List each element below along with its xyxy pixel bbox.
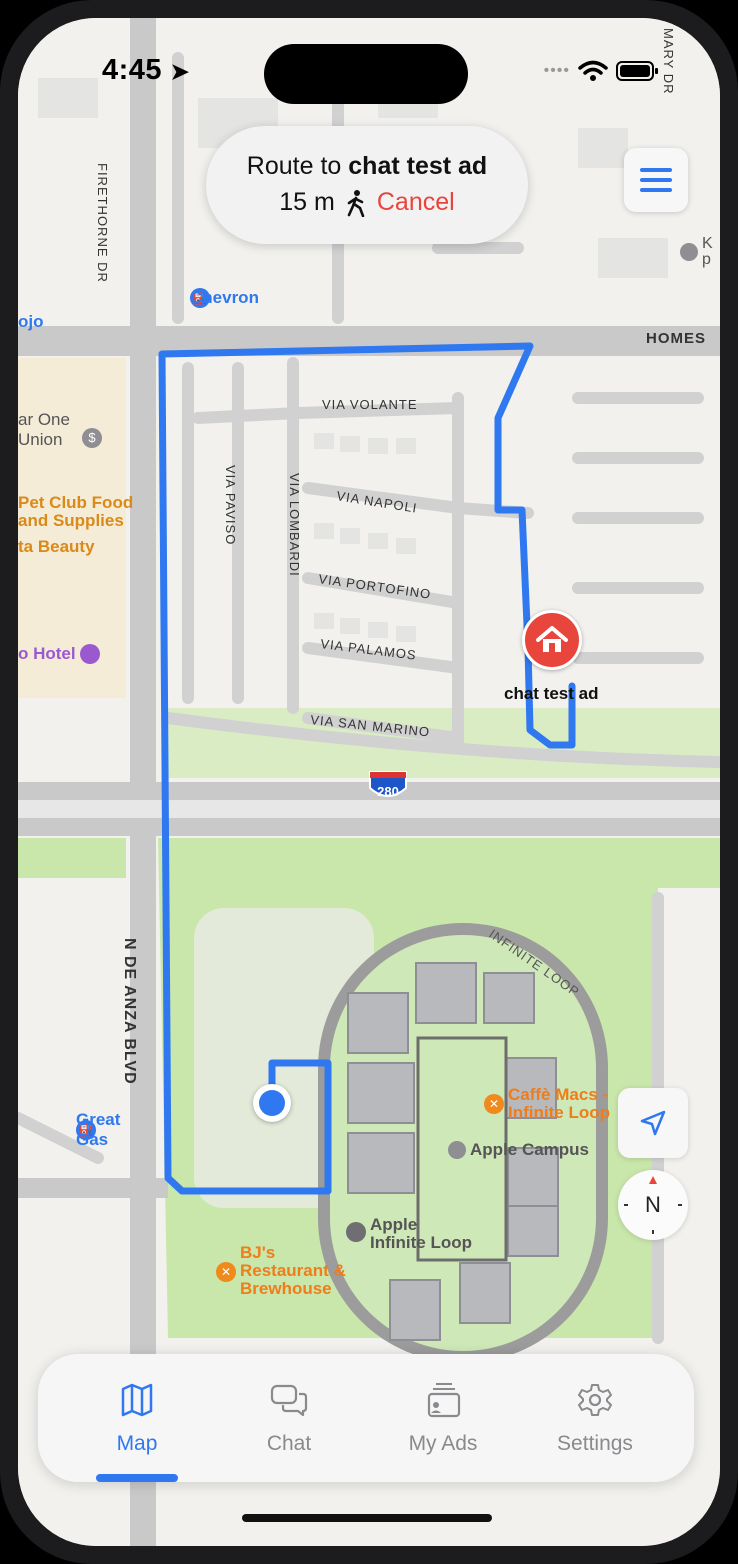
poi-pet-club[interactable]: Pet Club Food and Supplies ta Beauty [18, 494, 133, 556]
home-indicator[interactable] [242, 1514, 492, 1522]
restaurant-icon: ✕ [216, 1262, 236, 1282]
location-arrow-icon [640, 1110, 666, 1136]
poi-pet-club-label-2: and Supplies [18, 511, 124, 530]
signal-icon: •••• [543, 62, 570, 79]
ad-marker-label: chat test ad [504, 684, 599, 703]
poi-jojo: ojo [18, 312, 44, 331]
street-via-volante: VIA VOLANTE [322, 397, 418, 412]
poi-k[interactable]: K p [680, 236, 713, 268]
tab-settings[interactable]: Settings [520, 1354, 670, 1482]
route-distance: 15 m [279, 188, 335, 216]
place-icon [680, 243, 698, 261]
battery-icon [616, 61, 658, 81]
poi-k-label-1: K [702, 235, 713, 252]
wifi-icon [578, 60, 608, 81]
poi-apple-infinite-loop[interactable]: Apple Infinite Loop [346, 1216, 472, 1252]
gear-icon [578, 1384, 612, 1416]
poi-caffe-macs-label-2: Infinite Loop [508, 1103, 610, 1122]
menu-button[interactable] [624, 148, 688, 212]
active-tab-indicator [96, 1474, 178, 1482]
status-time-text: 4:45 [102, 54, 163, 86]
screen: 280 FIRETHORNE DR HOMES MARY DR VIA VOLA… [18, 18, 720, 1546]
map-view[interactable]: 280 FIRETHORNE DR HOMES MARY DR VIA VOLA… [18, 18, 720, 1546]
poi-k-label-2: p [702, 251, 711, 268]
street-via-paviso: VIA PAVISO [223, 465, 238, 545]
poi-bjs-label-2: Restaurant & [240, 1261, 346, 1280]
building-icon [448, 1141, 466, 1159]
poi-apple-il-label-2: Infinite Loop [370, 1233, 472, 1252]
recenter-location-button[interactable] [618, 1088, 688, 1158]
user-location-dot [253, 1084, 291, 1122]
route-banner: Route to chat test ad 15 m Cancel [206, 126, 528, 244]
poi-caffe-macs[interactable]: ✕ Caffè Macs - Infinite Loop [484, 1086, 610, 1122]
poi-hotel[interactable]: o Hotel [18, 644, 100, 664]
hamburger-icon [640, 168, 672, 192]
tab-chat[interactable]: Chat [214, 1354, 364, 1482]
status-time: 4:45 ➤ [102, 54, 190, 87]
poi-hotel-label: o Hotel [18, 644, 76, 663]
street-de-anza: N DE ANZA BLVD [121, 938, 138, 1085]
poi-great-gas[interactable]: ⛽ Great Gas [76, 1110, 120, 1149]
tab-bar: Map Chat My Ads Settings [38, 1354, 694, 1482]
poi-bjs-label-3: Brewhouse [240, 1279, 332, 1298]
route-destination: chat test ad [348, 152, 488, 180]
tab-chat-label: Chat [266, 1432, 312, 1455]
compass-button[interactable]: N [618, 1170, 688, 1240]
tab-map[interactable]: Map [62, 1354, 212, 1482]
phone-frame: 280 FIRETHORNE DR HOMES MARY DR VIA VOLA… [0, 0, 738, 1564]
poi-apple-il-label-1: Apple [370, 1215, 418, 1234]
tab-my-ads-label: My Ads [408, 1432, 478, 1455]
tab-my-ads[interactable]: My Ads [368, 1354, 518, 1482]
street-firethorne: FIRETHORNE DR [95, 163, 110, 283]
tab-map-label: Map [116, 1432, 158, 1455]
bed-icon [79, 644, 100, 664]
route-details: 15 m Cancel [206, 188, 528, 217]
route-title: Route to chat test ad [206, 152, 528, 181]
ad-marker[interactable]: chat test ad [504, 608, 664, 708]
status-bar: 4:45 ➤ •••• [18, 18, 720, 128]
apple-icon [346, 1222, 366, 1242]
map-icon [121, 1383, 153, 1417]
dynamic-island [264, 44, 468, 104]
cancel-route-button[interactable]: Cancel [377, 188, 455, 217]
poi-caffe-macs-label-1: Caffè Macs - [508, 1085, 609, 1104]
poi-beauty-label: ta Beauty [18, 537, 95, 556]
compass-label: N [645, 1192, 661, 1217]
route-prefix: Route to [246, 152, 342, 180]
poi-chevron-label: Chevron [190, 288, 259, 307]
bank-icon: $ [82, 428, 102, 448]
poi-apple-campus[interactable]: Apple Campus [448, 1140, 589, 1160]
chat-icon [270, 1384, 308, 1417]
poi-star-one-label-1: ar One [18, 410, 70, 429]
poi-bjs[interactable]: ✕ BJ's Restaurant & Brewhouse [216, 1244, 346, 1298]
location-arrow-icon: ➤ [170, 59, 190, 84]
poi-apple-campus-label: Apple Campus [470, 1140, 590, 1159]
poi-star-one[interactable]: ar One Union $ [18, 410, 102, 450]
interstate-label: 280 [377, 784, 399, 799]
poi-star-one-label-2: Union [18, 430, 63, 449]
poi-great-gas-label: Great Gas [76, 1110, 121, 1149]
status-icons: •••• [544, 60, 660, 82]
street-homestead: HOMES [646, 330, 706, 347]
poi-chevron[interactable]: ⛽ Chevron [190, 288, 259, 308]
walking-icon [347, 189, 365, 217]
my-ads-icon [427, 1383, 461, 1418]
restaurant-icon: ✕ [484, 1094, 504, 1114]
poi-pet-club-label-1: Pet Club Food [18, 493, 134, 512]
poi-bjs-label-1: BJ's [240, 1243, 276, 1262]
tab-settings-label: Settings [557, 1432, 633, 1455]
street-via-lombardi: VIA LOMBARDI [287, 473, 302, 577]
home-pin-icon [522, 610, 582, 670]
